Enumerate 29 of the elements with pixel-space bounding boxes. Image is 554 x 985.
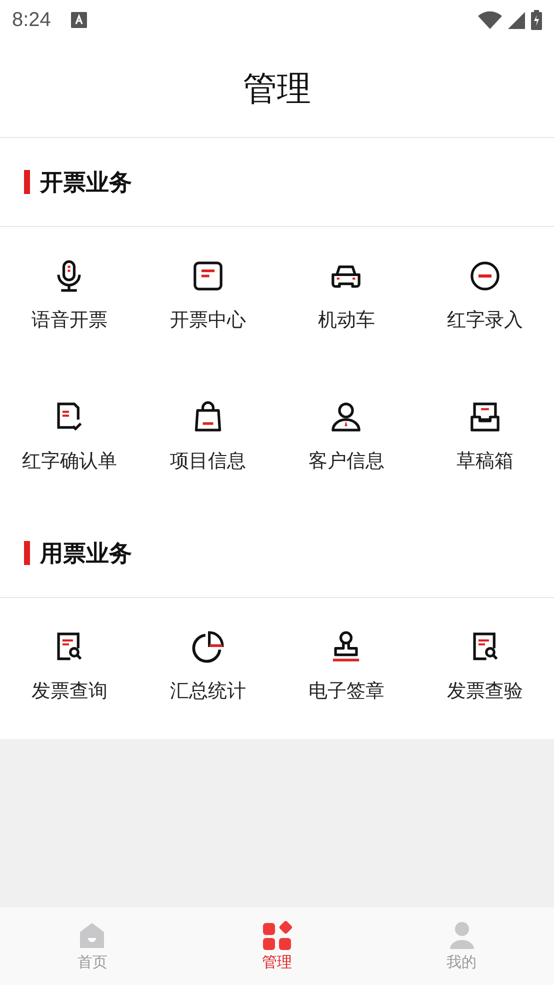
section-title: 开票业务 — [40, 168, 132, 198]
menu-item[interactable]: 汇总统计 — [138, 598, 277, 739]
menu-item[interactable]: 红字确认单 — [0, 368, 138, 509]
pie-chart-icon — [190, 630, 225, 664]
battery-icon — [531, 10, 542, 30]
menu-item[interactable]: 红字录入 — [416, 227, 554, 368]
menu-item[interactable]: 草稿箱 — [416, 368, 554, 509]
section-title: 用票业务 — [40, 540, 132, 568]
status-time: 8:24 — [12, 8, 51, 32]
menu-item[interactable]: 客户信息 — [277, 368, 416, 509]
wifi-icon — [478, 11, 502, 29]
menu-item[interactable]: 项目信息 — [138, 368, 277, 509]
menu-item[interactable]: 电子签章 — [277, 598, 416, 739]
menu-item[interactable]: 发票查询 — [0, 598, 138, 739]
menu-item[interactable]: 语音开票 — [0, 227, 138, 368]
signal-icon — [508, 12, 525, 28]
inbox-icon — [468, 400, 502, 434]
keyboard-icon — [70, 12, 87, 28]
menu-item[interactable]: 开票中心 — [138, 227, 277, 368]
document-icon — [190, 259, 225, 293]
grid-icon — [262, 920, 292, 950]
section-marker — [24, 170, 30, 194]
menu-item[interactable]: 发票查验 — [416, 598, 554, 739]
tab[interactable]: 管理 — [184, 907, 370, 985]
person-icon — [329, 400, 364, 434]
minus-circle-icon — [468, 259, 502, 293]
menu-item[interactable]: 机动车 — [277, 227, 416, 368]
page-title: 管理 — [243, 68, 311, 110]
section-marker — [24, 541, 30, 565]
